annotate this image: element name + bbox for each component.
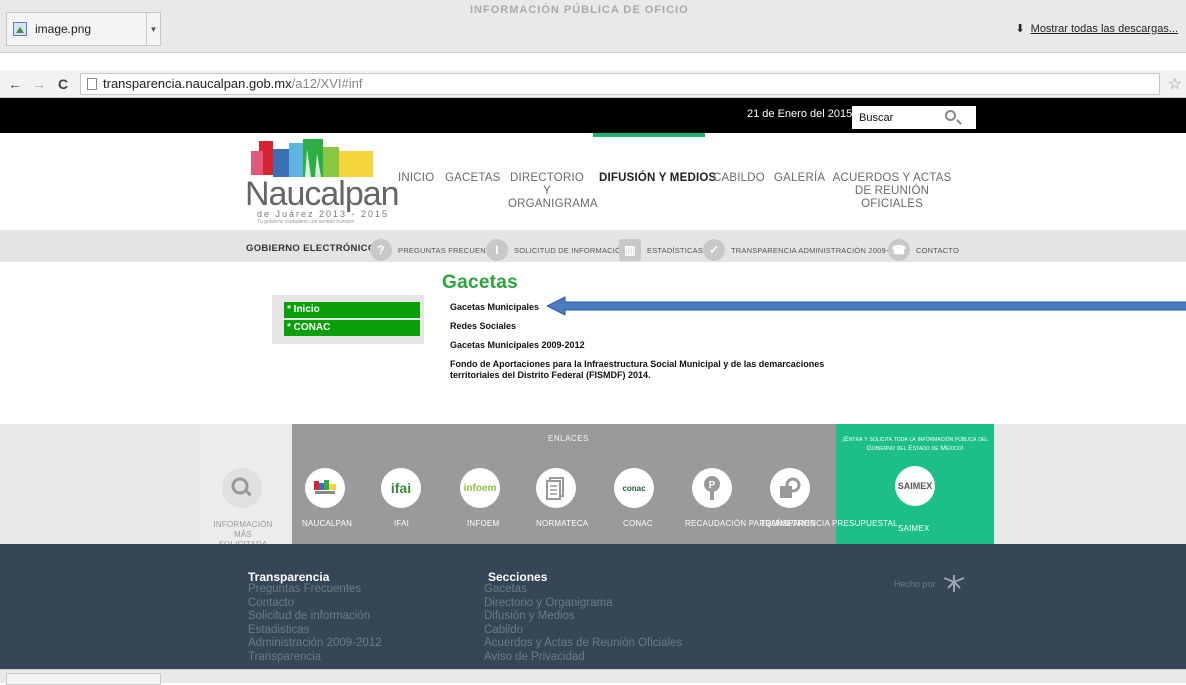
svg-text:P: P	[709, 480, 716, 491]
footer-link[interactable]: Acuerdos y Actas de Reunión Oficiales	[484, 637, 682, 651]
footer-link[interactable]: Cabildo	[484, 624, 682, 638]
show-all-downloads-link[interactable]: ⬇ Mostrar todas las descargas...	[1015, 22, 1178, 36]
url-field[interactable]: transparencia.naucalpan.gob.mx/a12/XVI#i…	[80, 72, 1160, 95]
search-icon[interactable]	[945, 110, 956, 121]
footer-link[interactable]: Aviso de Privacidad	[484, 651, 682, 665]
saimex-promo-text: ¡Entra y solicita toda la información pú…	[842, 436, 988, 452]
conac-link-label[interactable]: CONAC	[623, 519, 653, 529]
check-icon: ✓	[703, 239, 725, 261]
naucalpan-link-label[interactable]: NAUCALPAN	[302, 519, 352, 529]
subnav-estadisticas[interactable]: ▥ Estadísticas	[619, 239, 703, 261]
saimex-link-icon[interactable]: SAIMEX	[895, 466, 935, 506]
download-item-bottom[interactable]	[6, 673, 161, 685]
footer-link[interactable]: Preguntas Frecuentes	[248, 583, 382, 597]
nav-acuerdos[interactable]: ACUERDOS Y ACTAS DE REUNIÓN OFICIALES	[830, 172, 954, 211]
phone-icon: ☎	[888, 239, 910, 261]
conac-link-icon[interactable]: conac	[614, 468, 654, 508]
nav-galeria[interactable]: GALERÍA	[774, 172, 825, 185]
subnav-preguntas[interactable]: ? Preguntas Frecuentes	[370, 239, 501, 261]
subnav-solicitud[interactable]: i Solicitud de Información	[486, 239, 627, 261]
infoem-link-icon[interactable]: infoem	[460, 468, 500, 508]
page-heading-ghost: INFORMACIÓN PÚBLICA DE OFICIO	[470, 4, 689, 16]
footer-link[interactable]: Directorio y Organigrama	[484, 597, 682, 611]
chart-icon: ▥	[619, 239, 641, 261]
url-host: transparencia.naucalpan.gob.mx	[103, 76, 292, 91]
gobierno-electronico-label[interactable]: GOBIERNO ELECTRÓNICO	[246, 243, 376, 254]
question-icon: ?	[370, 239, 392, 261]
footer-secciones-list: Gacetas Directorio y Organigrama Difusió…	[484, 583, 682, 664]
url-path: /a12/XVI#inf	[291, 76, 363, 91]
link-fismdf-2014[interactable]: Fondo de Aportaciones para la Infraestru…	[450, 359, 850, 381]
subnav-transparencia[interactable]: ✓ Transparencia Administración 2009-2012	[703, 239, 906, 261]
most-requested-icon[interactable]	[222, 468, 262, 508]
page-title: Gacetas	[442, 272, 519, 293]
saimex-logo-text: SAIMEX	[897, 481, 933, 491]
document-icon[interactable]	[536, 468, 576, 508]
download-arrow-icon: ⬇	[1015, 23, 1025, 35]
footer-transparencia-list: Preguntas Frecuentes Contacto Solicitud …	[248, 583, 382, 664]
infoem-link-label[interactable]: INFOEM	[467, 519, 499, 529]
star-icon[interactable]: ☆	[1168, 74, 1182, 94]
ifai-link-icon[interactable]: ifai	[381, 468, 421, 508]
nav-cabildo[interactable]: CABILDO	[713, 172, 765, 185]
download-bar-bottom	[0, 669, 1186, 683]
normateca-link-label[interactable]: NORMATECA	[536, 519, 588, 529]
info-icon: i	[486, 239, 508, 261]
palm-logo-icon	[943, 575, 964, 592]
nav-gacetas[interactable]: GACETAS	[445, 172, 501, 185]
saimex-link-label[interactable]: SAIMEX	[898, 524, 929, 534]
naucalpan-link-icon[interactable]	[305, 468, 345, 508]
logo-slogan: Tu gobierno ciudadano con sentido humano	[257, 219, 355, 225]
footer-link[interactable]: Contacto	[248, 597, 382, 611]
nav-difusion[interactable]: DIFUSIÓN Y MEDIOS	[599, 172, 716, 185]
transparencia-presupuestal-label[interactable]: TRANSPARENCIA PRESUPUESTAL	[760, 519, 898, 529]
annotation-arrow	[547, 296, 1186, 316]
ifai-link-label[interactable]: IFAI	[394, 519, 409, 529]
search-input[interactable]: Buscar	[852, 106, 976, 129]
links-band-left	[0, 424, 200, 544]
side-button-conac[interactable]: * CONAC	[284, 320, 420, 336]
search-placeholder: Buscar	[859, 111, 894, 124]
active-indicator	[593, 133, 705, 137]
nav-directorio[interactable]: DIRECTORIO Y ORGANIGRAMA	[508, 172, 598, 211]
link-redes-sociales[interactable]: Redes Sociales	[450, 321, 516, 332]
download-filename: image.png	[35, 22, 92, 36]
chevron-down-icon[interactable]: ▼	[146, 13, 160, 45]
forward-icon[interactable]: →	[30, 76, 48, 92]
parking-icon[interactable]: P	[692, 468, 732, 508]
footer-link[interactable]: Gacetas	[484, 583, 682, 597]
side-button-inicio[interactable]: * Inicio	[284, 302, 420, 318]
footer-link[interactable]: Administración 2009-2012	[248, 637, 382, 651]
footer-link[interactable]: Difusión y Medios	[484, 610, 682, 624]
naucalpan-logo[interactable]: Naucalpan de Juárez 2013 - 2015 Tu gobie…	[245, 139, 400, 229]
footer-link[interactable]: Estadisticas	[248, 624, 382, 638]
nav-inicio[interactable]: INICIO	[398, 172, 434, 185]
logo-tagline: de Juárez 2013 - 2015	[257, 209, 390, 219]
current-date: 21 de Enero del 2015	[747, 108, 853, 120]
made-by[interactable]: Hecho por	[894, 574, 968, 594]
footer-transparencia-title: Transparencia	[248, 570, 330, 584]
back-icon[interactable]: ←	[6, 76, 24, 92]
link-gacetas-municipales[interactable]: Gacetas Municipales	[450, 302, 539, 313]
magnifier-icon[interactable]	[770, 468, 810, 508]
footer-link[interactable]: Transparencia	[248, 651, 382, 665]
address-bar-row: ← → C transparencia.naucalpan.gob.mx/a12…	[0, 70, 1186, 98]
link-gacetas-2009-2012[interactable]: Gacetas Municipales 2009-2012	[450, 340, 585, 351]
reload-icon[interactable]: C	[54, 76, 72, 92]
page-icon	[87, 77, 97, 90]
image-file-icon	[13, 22, 27, 36]
links-band-right	[994, 424, 1186, 544]
site-top-bar	[0, 98, 1186, 133]
subnav-contacto[interactable]: ☎ Contacto	[888, 239, 959, 261]
links-label: ENLACES	[548, 434, 589, 443]
download-item[interactable]: image.png ▼	[6, 12, 161, 46]
footer-link[interactable]: Solicitud de información	[248, 610, 382, 624]
footer-secciones-title: Secciones	[488, 570, 548, 584]
